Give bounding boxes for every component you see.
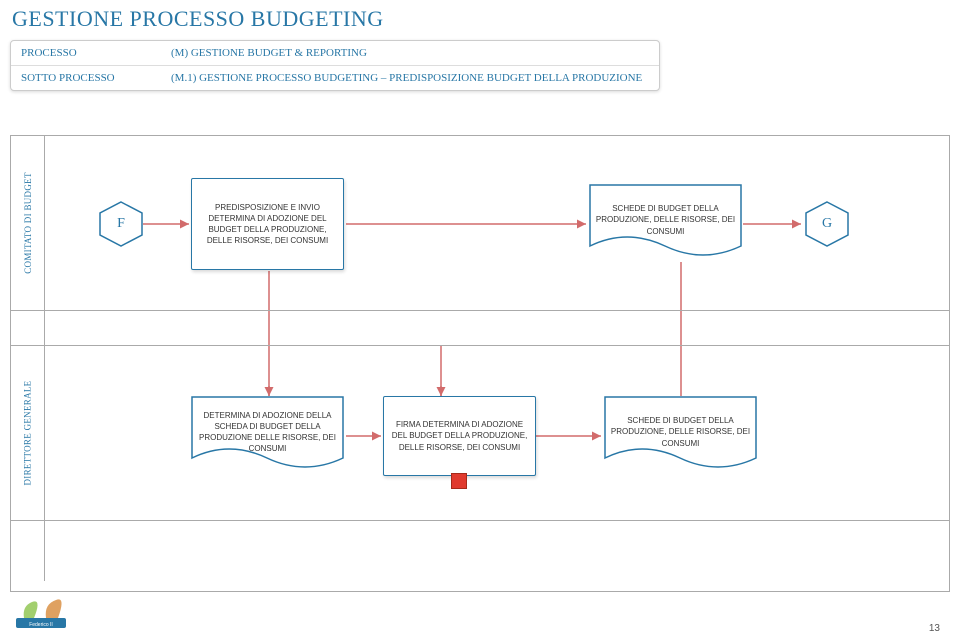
- lane-comitato: COMITATO DI BUDGET F PREDISPOSIZIONE E I…: [11, 136, 949, 311]
- doc-schede-2: SCHEDE DI BUDGET DELLA PRODUZIONE, DELLE…: [604, 396, 757, 474]
- doc-schede-1: SCHEDE DI BUDGET DELLA PRODUZIONE, DELLE…: [589, 184, 742, 262]
- swimlane-container: COMITATO DI BUDGET F PREDISPOSIZIONE E I…: [10, 135, 950, 592]
- page-number: 13: [929, 623, 940, 634]
- header-processo-label: PROCESSO: [11, 41, 161, 65]
- lane-spacer-label: [11, 311, 45, 345]
- header-sotto-label: SOTTO PROCESSO: [11, 66, 161, 90]
- lane-label-direttore: DIRETTORE GENERALE: [11, 346, 45, 520]
- hex-node-g: G: [803, 200, 851, 248]
- svg-text:Federico II: Federico II: [29, 622, 53, 628]
- lane-bottom-label: [11, 521, 45, 581]
- doc-determina: DETERMINA DI ADOZIONE DELLA SCHEDA DI BU…: [191, 396, 344, 474]
- hex-node-f: F: [97, 200, 145, 248]
- box-firma: FIRMA DETERMINA DI ADOZIONE DEL BUDGET D…: [383, 396, 536, 476]
- red-marker: [451, 473, 467, 489]
- box-predisposizione: PREDISPOSIZIONE E INVIO DETERMINA DI ADO…: [191, 178, 344, 270]
- lane-spacer: [11, 311, 949, 346]
- header-panel: PROCESSO (M) GESTIONE BUDGET & REPORTING…: [10, 40, 660, 91]
- lane-direttore: DIRETTORE GENERALE DETERMINA DI ADOZIONE…: [11, 346, 949, 521]
- lane-label-comitato: COMITATO DI BUDGET: [11, 136, 45, 310]
- header-processo-value: (M) GESTIONE BUDGET & REPORTING: [161, 41, 659, 65]
- header-sotto-value: (M.1) GESTIONE PROCESSO BUDGETING – PRED…: [161, 66, 659, 90]
- lane-bottom: [11, 521, 949, 581]
- page-title: GESTIONE PROCESSO BUDGETING: [0, 0, 960, 36]
- logo-icon: Federico II: [14, 596, 69, 636]
